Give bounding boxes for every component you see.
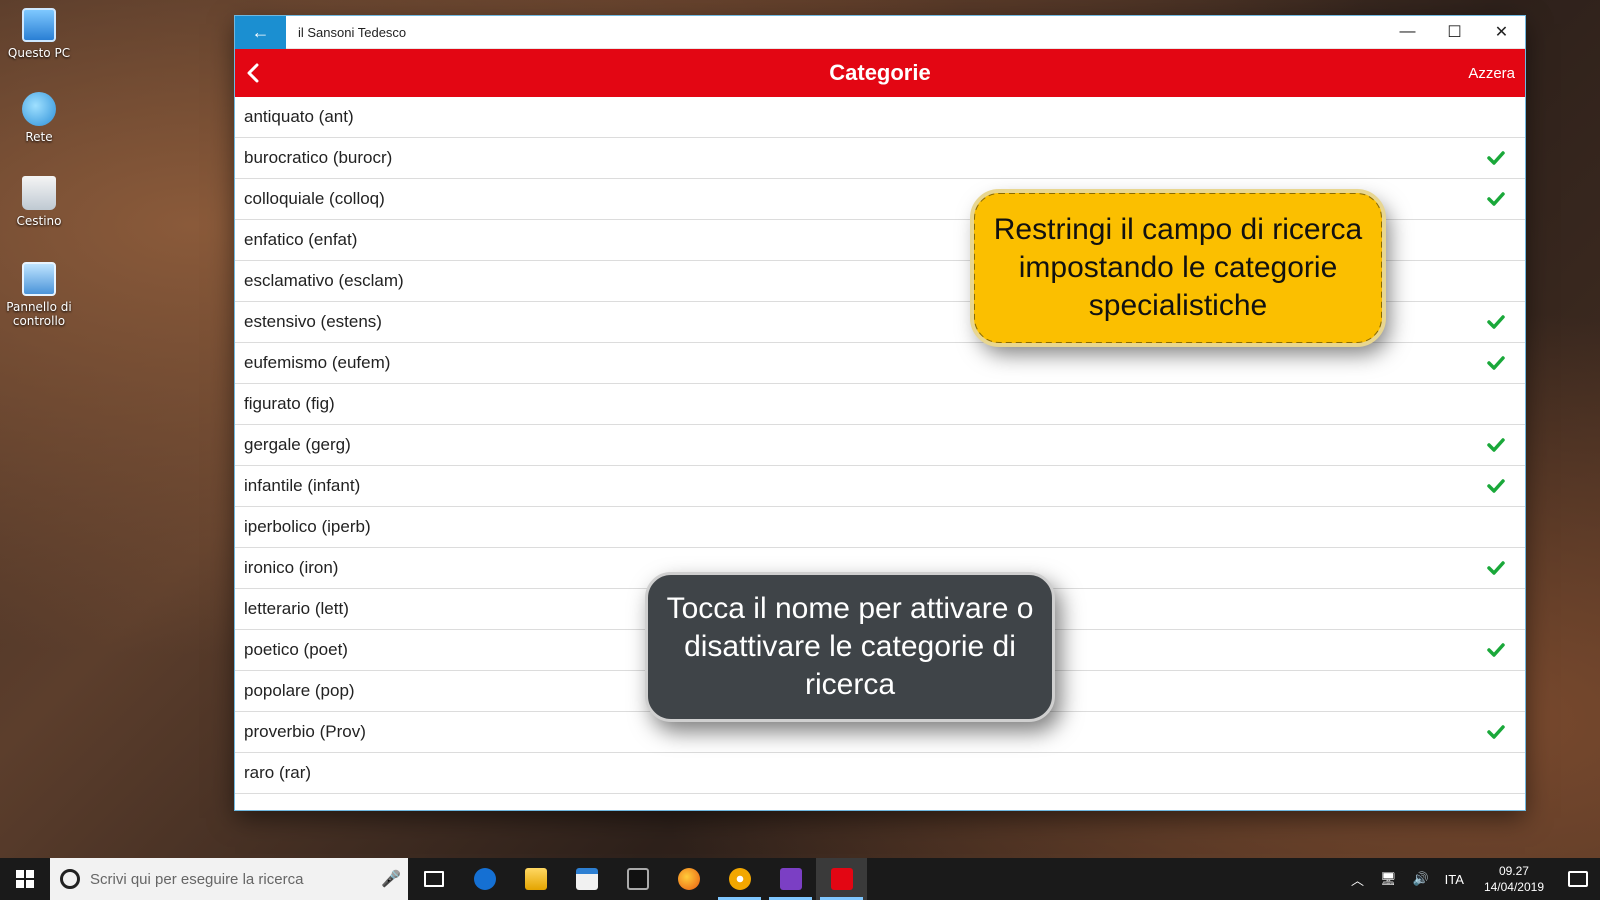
clock-time: 09.27: [1498, 864, 1529, 878]
category-row[interactable]: figurato (fig): [235, 384, 1525, 425]
maximize-icon: ☐: [1447, 24, 1462, 41]
maximize-button[interactable]: ☐: [1431, 16, 1478, 49]
edge-icon: [473, 868, 496, 890]
sansoni-app-icon: [830, 868, 853, 890]
app-icon: [728, 868, 751, 890]
category-label: burocratico (burocr): [244, 148, 393, 167]
checkmark-icon: [1487, 641, 1505, 659]
checkmark-icon: [1487, 723, 1505, 741]
tip-callout-specialist-categories: Restringi il campo di ricerca impostando…: [970, 189, 1386, 347]
taskbar-app-firefox[interactable]: [663, 858, 714, 900]
desktop-icon-this-pc[interactable]: Questo PC: [4, 8, 74, 60]
taskbar-app-explorer[interactable]: [510, 858, 561, 900]
taskbar-app-terminal[interactable]: [612, 858, 663, 900]
notification-icon: [1568, 871, 1588, 887]
taskbar-app-edge[interactable]: [459, 858, 510, 900]
arrow-left-icon: ←: [251, 21, 270, 42]
desktop-icon-control-panel[interactable]: Pannello di controllo: [4, 262, 74, 328]
category-row[interactable]: eufemismo (eufem): [235, 343, 1525, 384]
category-label: raro (rar): [244, 763, 312, 782]
store-icon: [575, 868, 598, 890]
category-row[interactable]: gergale (gerg): [235, 425, 1525, 466]
taskbar-app-store[interactable]: [561, 858, 612, 900]
desktop-icon-label: Rete: [25, 130, 53, 144]
category-label: infantile (infant): [244, 476, 361, 495]
category-row[interactable]: iperbolico (iperb): [235, 507, 1525, 548]
task-view-icon: [423, 871, 444, 887]
language-indicator[interactable]: ITA: [1437, 872, 1472, 887]
minimize-icon: —: [1399, 23, 1416, 40]
show-hidden-icons-button[interactable]: ︿: [1343, 870, 1372, 889]
category-label: antiquato (ant): [244, 107, 354, 126]
category-row[interactable]: infantile (infant): [235, 466, 1525, 507]
visual-studio-icon: [779, 868, 802, 890]
action-center-button[interactable]: [1556, 871, 1600, 887]
desktop-icon-recycle-bin[interactable]: Cestino: [4, 176, 74, 228]
windows-logo-icon: [16, 870, 34, 888]
checkmark-icon: [1487, 190, 1505, 208]
app-header-bar: Categorie Azzera: [235, 49, 1525, 97]
category-row[interactable]: burocratico (burocr): [235, 138, 1525, 179]
taskbar-app-visual-studio[interactable]: [765, 858, 816, 900]
checkmark-icon: [1487, 436, 1505, 454]
minimize-button[interactable]: —: [1384, 16, 1431, 49]
category-label: iperbolico (iperb): [244, 517, 371, 536]
task-view-button[interactable]: [408, 858, 459, 900]
checkmark-icon: [1487, 354, 1505, 372]
category-row[interactable]: raro (rar): [235, 753, 1525, 794]
checkmark-icon: [1487, 313, 1505, 331]
desktop-icon-label: Cestino: [16, 214, 62, 228]
cortana-icon: [60, 869, 80, 889]
taskbar-search-box[interactable]: Scrivi qui per eseguire la ricerca 🎤: [50, 858, 408, 900]
window-title: il Sansoni Tedesco: [298, 24, 407, 40]
file-explorer-icon: [524, 868, 547, 890]
desktop-icon-label: Pannello di controllo: [6, 300, 72, 328]
desktop-icon-network[interactable]: Rete: [4, 92, 74, 144]
chevron-left-icon: [247, 63, 259, 83]
start-button[interactable]: [0, 858, 50, 900]
category-label: gergale (gerg): [244, 435, 351, 454]
volume-icon[interactable]: 🔊: [1404, 871, 1436, 887]
taskbar: Scrivi qui per eseguire la ricerca 🎤 ︿ 🖥…: [0, 858, 1600, 900]
desktop-icon-label: Questo PC: [7, 46, 71, 60]
window-titlebar: ← il Sansoni Tedesco — ☐ ✕: [235, 15, 1525, 49]
system-tray: ︿ 🖥 🔊 ITA 09.27 14/04/2019: [1343, 858, 1600, 900]
computer-icon: [22, 8, 56, 42]
tip-callout-toggle-categories: Tocca il nome per attivare o disattivare…: [645, 572, 1055, 722]
header-back-button[interactable]: [235, 49, 271, 97]
category-label: figurato (fig): [244, 394, 335, 413]
checkmark-icon: [1487, 559, 1505, 577]
clock[interactable]: 09.27 14/04/2019: [1472, 863, 1556, 895]
category-row[interactable]: antiquato (ant): [235, 97, 1525, 138]
terminal-icon: [626, 868, 649, 890]
window-back-button[interactable]: ←: [235, 15, 286, 49]
recycle-bin-icon: [22, 176, 56, 210]
close-button[interactable]: ✕: [1478, 16, 1525, 49]
search-placeholder: Scrivi qui per eseguire la ricerca: [90, 870, 304, 888]
firefox-icon: [677, 868, 700, 890]
close-icon: ✕: [1494, 24, 1509, 41]
taskbar-app-yellow[interactable]: [714, 858, 765, 900]
reset-button[interactable]: Azzera: [1468, 65, 1515, 82]
taskbar-app-sansoni[interactable]: [816, 858, 867, 900]
network-tray-icon[interactable]: 🖥: [1372, 871, 1405, 887]
network-icon: [22, 92, 56, 126]
microphone-icon[interactable]: 🎤: [374, 869, 408, 889]
checkmark-icon: [1487, 149, 1505, 167]
category-label: proverbio (Prov): [244, 722, 366, 741]
category-label: eufemismo (eufem): [244, 353, 391, 372]
checkmark-icon: [1487, 477, 1505, 495]
page-title: Categorie: [829, 60, 931, 85]
control-panel-icon: [22, 262, 56, 296]
clock-date: 14/04/2019: [1483, 880, 1544, 894]
